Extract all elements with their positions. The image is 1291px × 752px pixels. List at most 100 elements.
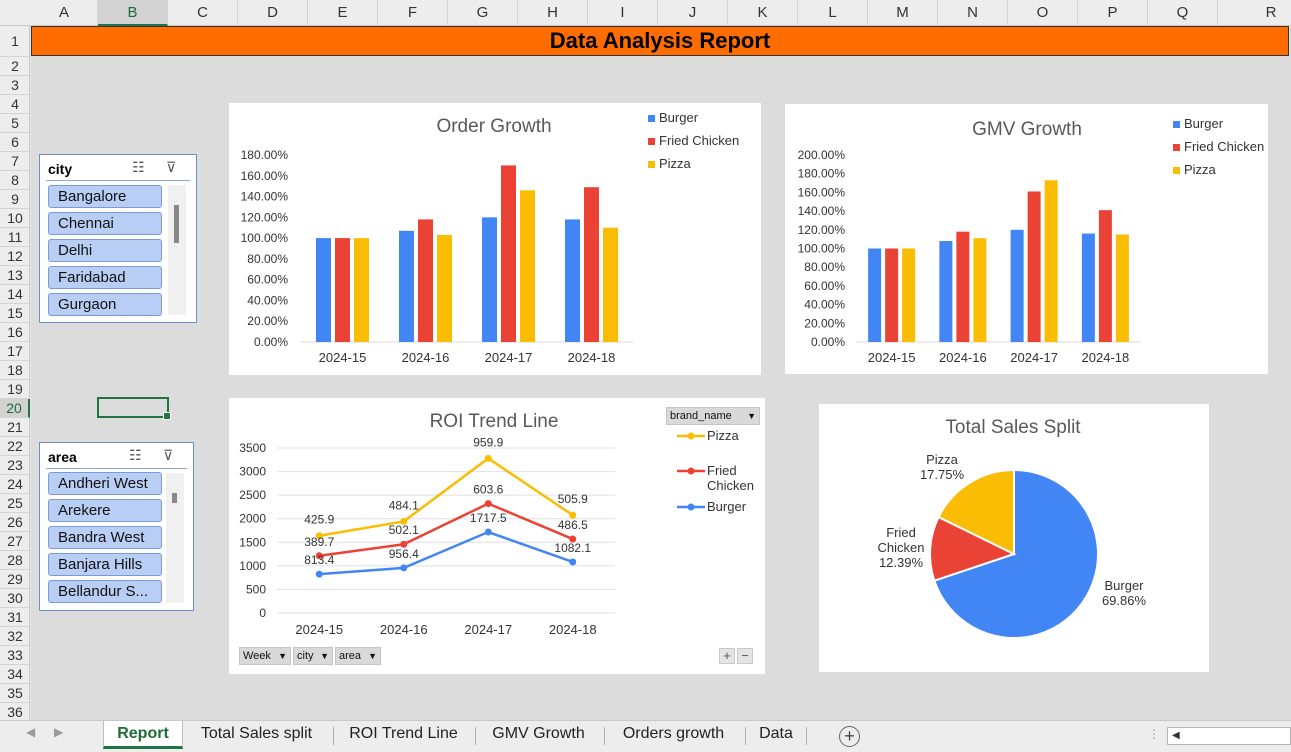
y-tick-label: 160.00% — [798, 185, 846, 199]
prev-sheet-icon[interactable]: ◀ — [26, 725, 35, 739]
column-header-a[interactable]: A — [31, 0, 98, 26]
row-header-25[interactable]: 25 — [0, 494, 30, 513]
row-header-23[interactable]: 23 — [0, 456, 30, 475]
column-header-l[interactable]: L — [798, 0, 868, 26]
column-header-h[interactable]: H — [518, 0, 588, 26]
tab-report[interactable]: Report — [103, 721, 183, 749]
column-header-j[interactable]: J — [658, 0, 728, 26]
column-header-g[interactable]: G — [448, 0, 518, 26]
area-slicer-scrollbar[interactable] — [166, 473, 184, 603]
total-sales-split-chart[interactable]: Total Sales Split Burger 69.86% Fried Chicke… — [819, 404, 1209, 672]
column-header-q[interactable]: Q — [1148, 0, 1218, 26]
row-header-10[interactable]: 10 — [0, 209, 30, 228]
row-header-6[interactable]: 6 — [0, 133, 30, 152]
horizontal-scrollbar[interactable]: ◀ — [1167, 727, 1291, 745]
scroll-left-icon[interactable]: ◀ — [1172, 730, 1180, 741]
column-header-o[interactable]: O — [1008, 0, 1078, 26]
row-header-31[interactable]: 31 — [0, 608, 30, 627]
collapse-field-button[interactable]: − — [737, 648, 753, 664]
row-header-11[interactable]: 11 — [0, 228, 30, 247]
tab-gmv-growth[interactable]: GMV Growth — [481, 721, 596, 749]
row-header-35[interactable]: 35 — [0, 684, 30, 703]
row-header-2[interactable]: 2 — [0, 57, 30, 76]
brand-name-field-label: brand_name — [670, 410, 732, 422]
row-header-34[interactable]: 34 — [0, 665, 30, 684]
column-header-c[interactable]: C — [168, 0, 238, 26]
column-header-k[interactable]: K — [728, 0, 798, 26]
column-header-m[interactable]: M — [868, 0, 938, 26]
row-header-27[interactable]: 27 — [0, 532, 30, 551]
clear-filter-icon[interactable]: ⊽ — [163, 447, 173, 464]
row-header-1[interactable]: 1 — [0, 26, 30, 57]
multi-select-icon[interactable]: ☷ — [129, 447, 142, 464]
row-header-17[interactable]: 17 — [0, 342, 30, 361]
slicer-item-bandra-west[interactable]: Bandra West — [48, 526, 162, 549]
row-header-13[interactable]: 13 — [0, 266, 30, 285]
order-growth-chart[interactable]: Order Growth 0.00% 20.00% 40.00% 60.00% 80.00… — [229, 103, 761, 375]
slicer-item-banjara-hills[interactable]: Banjara Hills — [48, 553, 162, 576]
clear-filter-icon[interactable]: ⊽ — [166, 159, 176, 176]
column-header-p[interactable]: P — [1078, 0, 1148, 26]
add-sheet-icon[interactable]: + — [839, 726, 860, 747]
row-header-7[interactable]: 7 — [0, 152, 30, 171]
report-title-cell[interactable]: Data Analysis Report — [31, 26, 1289, 56]
row-header-26[interactable]: 26 — [0, 513, 30, 532]
scrollbar-thumb[interactable] — [172, 493, 177, 503]
row-header-21[interactable]: 21 — [0, 418, 30, 437]
area-filter-button[interactable]: area ▼ — [335, 647, 381, 665]
row-header-28[interactable]: 28 — [0, 551, 30, 570]
tab-data[interactable]: Data — [751, 721, 801, 749]
slicer-item-bellandur[interactable]: Bellandur S... — [48, 580, 162, 603]
city-slicer-scrollbar[interactable] — [168, 185, 186, 315]
row-header-4[interactable]: 4 — [0, 95, 30, 114]
row-header-5[interactable]: 5 — [0, 114, 30, 133]
slicer-divider — [46, 468, 187, 469]
tab-roi-trend-line[interactable]: ROI Trend Line — [340, 721, 467, 749]
column-header-d[interactable]: D — [238, 0, 308, 26]
brand-name-field-button[interactable]: brand_name ▼ — [666, 407, 760, 425]
column-header-f[interactable]: F — [378, 0, 448, 26]
row-header-20[interactable]: 20 — [0, 399, 30, 418]
row-header-32[interactable]: 32 — [0, 627, 30, 646]
slicer-item-chennai[interactable]: Chennai — [48, 212, 162, 235]
row-header-14[interactable]: 14 — [0, 285, 30, 304]
next-sheet-icon[interactable]: ▶ — [54, 725, 63, 739]
y-tick-label: 180.00% — [241, 148, 289, 162]
expand-field-button[interactable]: + — [719, 648, 735, 664]
row-header-8[interactable]: 8 — [0, 171, 30, 190]
row-header-16[interactable]: 16 — [0, 323, 30, 342]
slicer-item-andheri-west[interactable]: Andheri West — [48, 472, 162, 495]
column-header-b[interactable]: B — [98, 0, 168, 26]
column-header-e[interactable]: E — [308, 0, 378, 26]
tab-orders-growth[interactable]: Orders growth — [610, 721, 737, 749]
row-header-22[interactable]: 22 — [0, 437, 30, 456]
roi-trend-chart[interactable]: ROI Trend Line 0 500 1000 1500 2000 2500 3000 35… — [229, 398, 765, 674]
row-header-15[interactable]: 15 — [0, 304, 30, 323]
bar-pizza — [902, 248, 916, 342]
tab-total-sales-split[interactable]: Total Sales split — [190, 721, 323, 749]
row-header-29[interactable]: 29 — [0, 570, 30, 589]
gmv-growth-chart[interactable]: GMV Growth 0.00% 20.00% 40.00% 60.00% 80.00% 1… — [785, 104, 1268, 374]
slicer-item-delhi[interactable]: Delhi — [48, 239, 162, 262]
city-filter-button[interactable]: city ▼ — [293, 647, 333, 665]
row-header-19[interactable]: 19 — [0, 380, 30, 399]
week-filter-button[interactable]: Week ▼ — [239, 647, 291, 665]
column-header-i[interactable]: I — [588, 0, 658, 26]
row-header-18[interactable]: 18 — [0, 361, 30, 380]
row-header-30[interactable]: 30 — [0, 589, 30, 608]
scrollbar-thumb[interactable] — [174, 205, 179, 243]
row-header-9[interactable]: 9 — [0, 190, 30, 209]
slicer-item-arekere[interactable]: Arekere — [48, 499, 162, 522]
slicer-item-bangalore[interactable]: Bangalore — [48, 185, 162, 208]
multi-select-icon[interactable]: ☷ — [132, 159, 145, 176]
row-header-3[interactable]: 3 — [0, 76, 30, 95]
column-header-n[interactable]: N — [938, 0, 1008, 26]
column-header-r[interactable]: R — [1218, 0, 1291, 26]
selected-cell[interactable] — [97, 397, 171, 420]
slicer-item-faridabad[interactable]: Faridabad — [48, 266, 162, 289]
row-header-33[interactable]: 33 — [0, 646, 30, 665]
split-handle-icon[interactable]: ⋮ — [1148, 727, 1160, 741]
row-header-12[interactable]: 12 — [0, 247, 30, 266]
slicer-item-gurgaon[interactable]: Gurgaon — [48, 293, 162, 316]
row-header-24[interactable]: 24 — [0, 475, 30, 494]
